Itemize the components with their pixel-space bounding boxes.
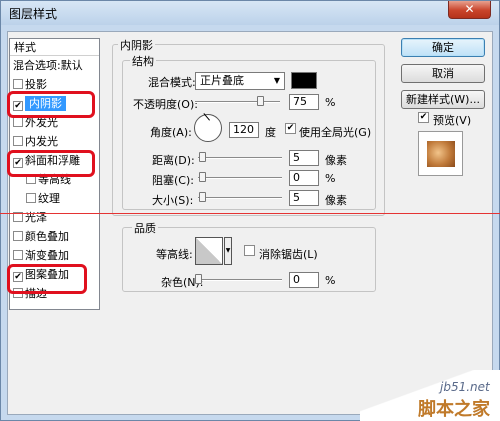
preview-thumbnail <box>418 131 463 176</box>
choke-slider-thumb[interactable] <box>199 172 206 182</box>
style-item[interactable]: 内发光 <box>10 133 99 150</box>
style-item-checkbox[interactable] <box>13 250 23 260</box>
opacity-label: 不透明度(O): <box>133 98 198 111</box>
noise-slider-thumb[interactable] <box>195 274 202 284</box>
choke-unit: % <box>325 172 336 185</box>
chevron-down-icon[interactable]: ▼ <box>224 237 232 265</box>
blend-mode-value: 正片叠底 <box>200 74 244 87</box>
style-item-checkbox[interactable] <box>13 79 23 89</box>
style-item[interactable]: 光泽 <box>10 209 99 226</box>
distance-unit: 像素 <box>325 154 347 167</box>
opacity-slider-track[interactable] <box>195 101 280 103</box>
highlight-inner-shadow <box>7 91 95 118</box>
ok-button[interactable]: 确定 <box>401 38 485 57</box>
watermark-name: 脚本之家 <box>418 399 490 420</box>
global-light-label: 使用全局光(G) <box>299 126 372 139</box>
noise-slider-track[interactable] <box>198 279 282 281</box>
angle-input[interactable]: 120 <box>229 122 259 138</box>
contour-picker[interactable] <box>195 237 223 265</box>
style-item[interactable]: 混合选项:默认 <box>10 57 99 74</box>
preview-checkbox[interactable]: ✔ <box>418 112 429 123</box>
opacity-unit: % <box>325 96 336 109</box>
style-item-label: 混合选项:默认 <box>13 59 83 72</box>
style-item-checkbox[interactable] <box>13 117 23 127</box>
noise-unit: % <box>325 274 336 287</box>
opacity-input[interactable]: 75 <box>289 94 319 110</box>
style-item[interactable]: 渐变叠加 <box>10 247 99 264</box>
antialias-checkbox[interactable] <box>244 245 255 256</box>
red-guide-line <box>0 213 500 214</box>
style-item[interactable]: 纹理 <box>10 190 99 207</box>
distance-input[interactable]: 5 <box>289 150 319 166</box>
quality-title: 品质 <box>132 220 158 236</box>
style-item-label: 纹理 <box>38 192 60 205</box>
style-item-label: 颜色叠加 <box>25 230 69 243</box>
title-bar: 图层样式 ✕ <box>1 1 499 25</box>
window-title: 图层样式 <box>9 7 58 21</box>
blend-mode-label: 混合模式: <box>148 76 196 89</box>
highlight-bevel-emboss <box>7 150 95 177</box>
angle-dial[interactable] <box>194 113 222 142</box>
contour-label: 等高线: <box>156 248 193 261</box>
style-item-checkbox[interactable] <box>13 231 23 241</box>
style-item-label: 投影 <box>25 78 47 91</box>
watermark-site: jb51.net <box>440 380 490 394</box>
section-title: 内阴影 <box>118 37 155 53</box>
size-label: 大小(S): <box>152 194 194 207</box>
cancel-button[interactable]: 取消 <box>401 64 485 83</box>
distance-slider-thumb[interactable] <box>199 152 206 162</box>
style-item-label: 内发光 <box>25 135 58 148</box>
shadow-color-swatch[interactable] <box>291 72 317 89</box>
noise-input[interactable]: 0 <box>289 272 319 288</box>
angle-dial-needle <box>203 113 210 121</box>
preview-swatch <box>427 141 455 167</box>
antialias-label: 消除锯齿(L) <box>259 248 318 261</box>
choke-label: 阻塞(C): <box>152 174 194 187</box>
size-input[interactable]: 5 <box>289 190 319 206</box>
size-unit: 像素 <box>325 194 347 207</box>
distance-label: 距离(D): <box>152 154 195 167</box>
blend-mode-select[interactable]: 正片叠底 ▼ <box>195 72 285 90</box>
angle-label: 角度(A): <box>150 126 192 139</box>
distance-slider-track[interactable] <box>198 157 282 159</box>
size-slider-thumb[interactable] <box>199 192 206 202</box>
style-item-label: 渐变叠加 <box>25 249 69 262</box>
opacity-slider-thumb[interactable] <box>257 96 264 106</box>
global-light-checkbox[interactable]: ✔ <box>285 123 296 134</box>
close-button[interactable]: ✕ <box>448 1 491 19</box>
styles-list-header: 样式 <box>10 39 99 56</box>
new-style-button[interactable]: 新建样式(W)... <box>401 90 485 109</box>
chevron-down-icon: ▼ <box>273 76 281 85</box>
choke-slider-track[interactable] <box>198 177 282 179</box>
style-item-checkbox[interactable] <box>26 193 36 203</box>
highlight-pattern-overlay <box>7 264 87 294</box>
preview-label: 预览(V) <box>433 114 472 127</box>
choke-input[interactable]: 0 <box>289 170 319 186</box>
structure-title: 结构 <box>130 53 156 69</box>
size-slider-track[interactable] <box>198 197 282 199</box>
style-item-checkbox[interactable] <box>13 136 23 146</box>
style-item[interactable]: 颜色叠加 <box>10 228 99 245</box>
angle-unit: 度 <box>265 126 276 139</box>
